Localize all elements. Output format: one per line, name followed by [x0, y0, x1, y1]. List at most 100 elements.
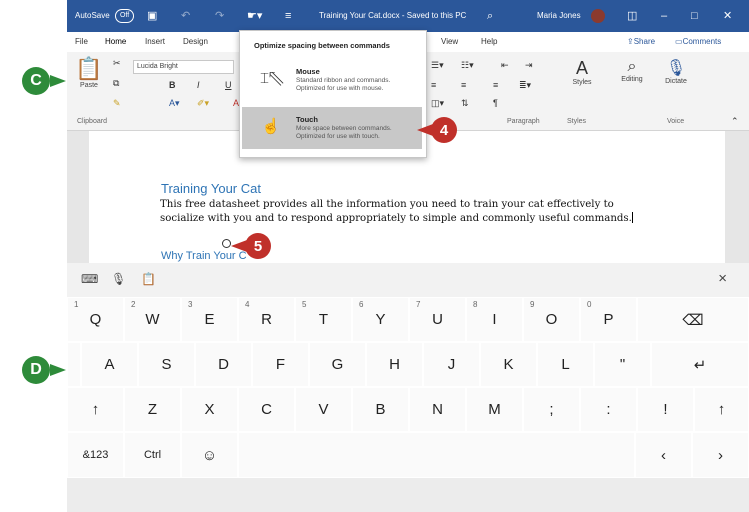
- key-row2-8[interactable]: L: [537, 342, 594, 387]
- align-center-icon[interactable]: ≡: [461, 80, 466, 90]
- selection-handle[interactable]: [222, 239, 231, 248]
- document-title[interactable]: Training Your Cat.docx - Saved to this P…: [319, 0, 466, 32]
- key-number-hint: 6: [359, 300, 364, 309]
- show-marks-icon[interactable]: ¶: [493, 98, 498, 108]
- key-row3-5[interactable]: N: [409, 387, 466, 432]
- bold-icon[interactable]: B: [169, 80, 176, 90]
- dictate-button[interactable]: 🎙 Dictate: [659, 58, 693, 85]
- highlight-icon[interactable]: ✐▾: [197, 98, 209, 109]
- space-bar[interactable]: [238, 432, 635, 478]
- keyboard-settings-icon[interactable]: ⌨: [81, 272, 98, 286]
- close-icon[interactable]: ✕: [723, 0, 732, 32]
- increase-indent-icon[interactable]: ⇥: [525, 60, 533, 71]
- format-painter-icon[interactable]: ✎: [113, 98, 121, 109]
- copy-icon[interactable]: ⧉: [113, 78, 119, 89]
- ribbon-display-icon[interactable]: ◫: [627, 0, 637, 32]
- key-row3-2[interactable]: C: [238, 387, 295, 432]
- align-left-icon[interactable]: ≡: [431, 80, 436, 90]
- key-e[interactable]: 3E: [181, 297, 238, 342]
- key-row3-4[interactable]: B: [352, 387, 409, 432]
- tab-file[interactable]: File: [75, 32, 88, 52]
- key-r[interactable]: 4R: [238, 297, 295, 342]
- italic-icon[interactable]: I: [197, 80, 200, 90]
- keyboard-close-icon[interactable]: ×: [718, 270, 727, 287]
- collapse-ribbon-icon[interactable]: ⌃: [731, 116, 739, 127]
- comments-button[interactable]: ▭ Comments: [675, 32, 721, 52]
- doc-heading[interactable]: Training Your Cat: [161, 181, 261, 196]
- key-o[interactable]: 9O: [523, 297, 580, 342]
- key-row3-9[interactable]: !: [637, 387, 694, 432]
- arrow-right-key[interactable]: ›: [692, 432, 749, 478]
- font-name-field[interactable]: Lucida Bright: [133, 60, 234, 74]
- touch-mode-option[interactable]: ☝ Touch More space between commands. Opt…: [242, 107, 422, 149]
- enter-key[interactable]: ↵: [651, 342, 749, 387]
- key-t[interactable]: 5T: [295, 297, 352, 342]
- save-icon[interactable]: ▣: [147, 0, 157, 32]
- tab-design[interactable]: Design: [183, 32, 208, 52]
- key-p[interactable]: 0P: [580, 297, 637, 342]
- clipboard-icon[interactable]: 📋: [141, 272, 156, 286]
- align-right-icon[interactable]: ≡: [493, 80, 498, 90]
- arrow-left-key[interactable]: ‹: [635, 432, 692, 478]
- key-row3-1[interactable]: X: [181, 387, 238, 432]
- user-name[interactable]: Maria Jones: [537, 0, 581, 32]
- styles-button[interactable]: A Styles: [565, 58, 599, 86]
- autosave-control[interactable]: AutoSave Off: [75, 0, 135, 32]
- maximize-icon[interactable]: □: [691, 0, 698, 32]
- underline-icon[interactable]: U: [225, 80, 232, 90]
- numbering-icon[interactable]: ☷▾: [461, 60, 474, 71]
- tab-help[interactable]: Help: [481, 32, 497, 52]
- tab-insert[interactable]: Insert: [145, 32, 165, 52]
- share-button[interactable]: ⇪ Share: [627, 32, 655, 52]
- avatar[interactable]: [591, 0, 605, 32]
- key-row2-3[interactable]: F: [252, 342, 309, 387]
- minimize-icon[interactable]: –: [661, 0, 667, 32]
- justify-icon[interactable]: ≣▾: [519, 80, 531, 91]
- redo-icon[interactable]: ↷: [215, 0, 224, 32]
- key-row3-7[interactable]: ;: [523, 387, 580, 432]
- search-icon[interactable]: ⌕: [487, 0, 493, 32]
- key-row3-6[interactable]: M: [466, 387, 523, 432]
- key-w[interactable]: 2W: [124, 297, 181, 342]
- decrease-indent-icon[interactable]: ⇤: [501, 60, 509, 71]
- key-row2-0[interactable]: A: [81, 342, 138, 387]
- doc-paragraph[interactable]: This free datasheet provides all the inf…: [160, 198, 650, 225]
- customize-qat-icon[interactable]: ≡: [285, 0, 291, 32]
- key-i[interactable]: 8I: [466, 297, 523, 342]
- cut-icon[interactable]: ✂: [113, 58, 121, 69]
- key-row2-2[interactable]: D: [195, 342, 252, 387]
- key-row2-5[interactable]: H: [366, 342, 423, 387]
- key-row3-0[interactable]: Z: [124, 387, 181, 432]
- key-row2-9[interactable]: ": [594, 342, 651, 387]
- bullets-icon[interactable]: ☰▾: [431, 60, 444, 71]
- key-row2-1[interactable]: S: [138, 342, 195, 387]
- key-row2-4[interactable]: G: [309, 342, 366, 387]
- editing-button[interactable]: ⌕ Editing: [615, 58, 649, 83]
- key-y[interactable]: 6Y: [352, 297, 409, 342]
- tab-view[interactable]: View: [441, 32, 458, 52]
- touch-mode-icon[interactable]: ☛▾: [247, 0, 262, 32]
- backspace-key[interactable]: ⌫: [637, 297, 749, 342]
- emoji-key[interactable]: ☺: [181, 432, 238, 478]
- ctrl-key[interactable]: Ctrl: [124, 432, 181, 478]
- autosave-toggle[interactable]: Off: [114, 8, 135, 23]
- shading-icon[interactable]: ◫▾: [431, 98, 444, 109]
- tab-home[interactable]: Home: [105, 32, 127, 54]
- key-row3-3[interactable]: V: [295, 387, 352, 432]
- text-effects-icon[interactable]: A▾: [169, 98, 180, 109]
- key-q[interactable]: 1Q: [67, 297, 124, 342]
- key-row2-7[interactable]: K: [480, 342, 537, 387]
- symbols-key[interactable]: &123: [67, 432, 124, 478]
- paste-button[interactable]: 📋 Paste: [75, 56, 103, 89]
- sort-icon[interactable]: ⇅: [461, 98, 469, 109]
- mouse-mode-option[interactable]: ⌶⇖ Mouse Standard ribbon and commands. O…: [242, 59, 422, 101]
- shift-left-key[interactable]: ↑: [67, 387, 124, 432]
- shift-right-key[interactable]: ↑: [694, 387, 749, 432]
- key-row3-8[interactable]: :: [580, 387, 637, 432]
- key-row2-6[interactable]: J: [423, 342, 480, 387]
- dictation-icon[interactable]: 🎙: [111, 272, 126, 286]
- key-u[interactable]: 7U: [409, 297, 466, 342]
- key-spacer-left[interactable]: [67, 342, 81, 387]
- touch-mode-dropdown: Optimize spacing between commands ⌶⇖ Mou…: [239, 30, 427, 158]
- undo-icon[interactable]: ↶: [181, 0, 190, 32]
